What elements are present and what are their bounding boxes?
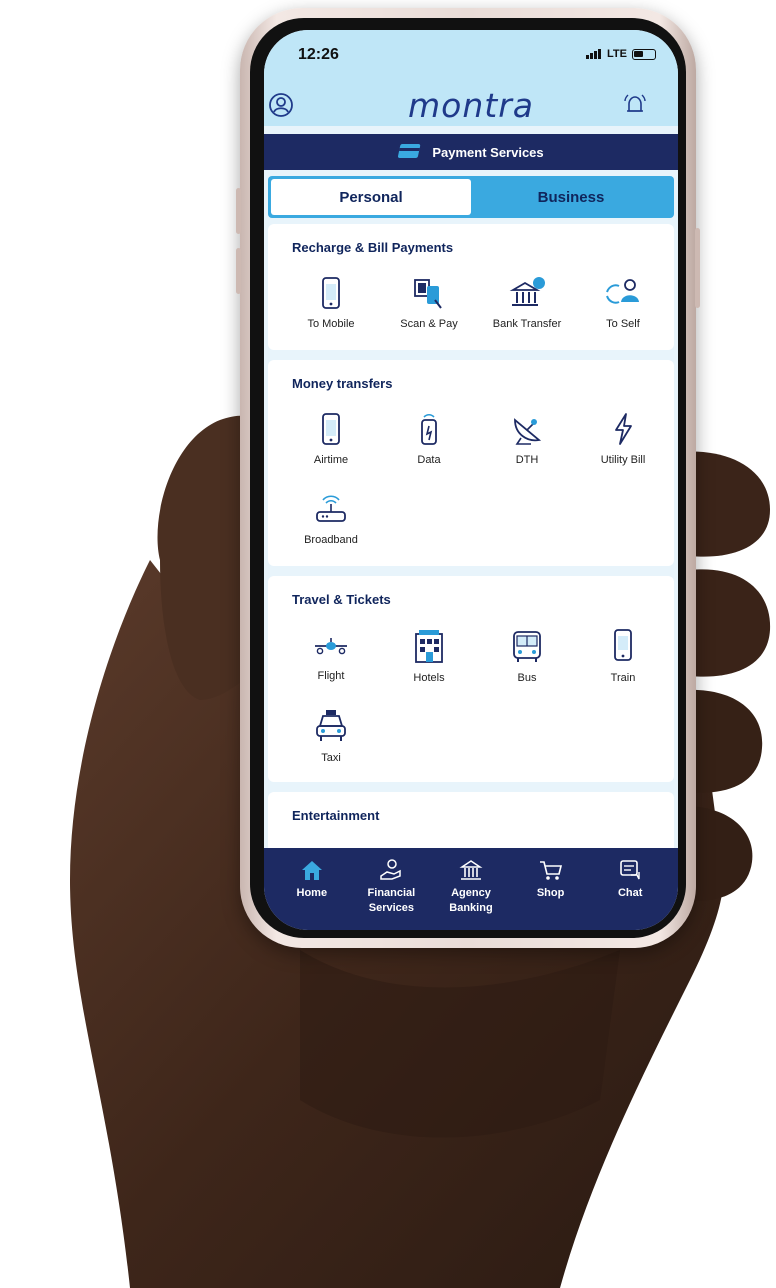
router-icon [316, 495, 346, 522]
bell-icon[interactable] [622, 92, 648, 118]
satellite-dish-icon [514, 418, 542, 445]
nav-label: Agency Banking [449, 887, 493, 914]
section-title: Recharge & Bill Payments [292, 240, 454, 255]
payment-card-icon [398, 144, 421, 158]
bus-icon [513, 631, 541, 662]
section-money-transfers: Money transfers Airtime Data DTH Utility… [268, 360, 674, 566]
service-to-self[interactable]: To Self [574, 276, 672, 330]
to-self-icon [606, 279, 639, 304]
service-label: To Self [606, 318, 640, 330]
service-label: Data [417, 454, 441, 466]
chat-icon [620, 860, 640, 880]
nav-label: Chat [617, 887, 643, 899]
service-to-mobile[interactable]: To Mobile [282, 276, 380, 330]
cart-icon [539, 861, 562, 880]
service-label: Bank Transfer [492, 318, 562, 330]
nav-label: Home [296, 887, 328, 899]
service-label: Broadband [304, 534, 358, 546]
service-label: Flight [317, 670, 345, 682]
service-utility-bill[interactable]: Utility Bill [574, 412, 672, 466]
network-label: LTE [607, 48, 627, 60]
agency-banking-icon [459, 860, 483, 880]
phone-frame: 12:26 LTE montra Payment Services Person… [236, 8, 700, 948]
service-label: Scan & Pay [400, 318, 458, 330]
nav-financial-services[interactable]: Financial Services [352, 858, 432, 930]
service-scan-pay[interactable]: Scan & Pay [380, 276, 478, 330]
volume-button [236, 248, 241, 294]
mobile-icon [322, 277, 340, 309]
nav-label: Shop [536, 887, 565, 899]
service-bus[interactable]: Bus [478, 628, 576, 684]
service-label: Airtime [313, 454, 349, 466]
data-icon [421, 413, 437, 445]
service-airtime[interactable]: Airtime [282, 412, 380, 466]
status-indicators: LTE [586, 48, 656, 60]
app-header: 12:26 LTE montra [264, 30, 678, 126]
service-flight[interactable]: Flight [282, 628, 380, 682]
power-button [695, 228, 700, 308]
section-title: Money transfers [292, 376, 393, 391]
section-title: Entertainment [292, 808, 380, 823]
nav-chat[interactable]: Chat [590, 858, 670, 930]
nav-home[interactable]: Home [272, 858, 352, 930]
hotel-icon [415, 630, 443, 663]
montra-logo: montra [408, 86, 534, 125]
payment-services-label: Payment Services [432, 144, 544, 160]
service-label: Taxi [321, 752, 341, 764]
bank-icon [509, 277, 545, 306]
financial-services-icon [380, 859, 402, 880]
taxi-icon [316, 710, 346, 741]
status-time: 12:26 [298, 46, 339, 63]
service-taxi[interactable]: Taxi [282, 708, 380, 764]
service-data[interactable]: Data [380, 412, 478, 466]
app-screen: 12:26 LTE montra Payment Services Person… [264, 30, 678, 930]
battery-icon [632, 48, 656, 60]
bottom-navigation: Home Financial Services Agency Banking S… [264, 848, 678, 930]
nav-agency-banking[interactable]: Agency Banking [431, 858, 511, 930]
lightning-icon [615, 413, 632, 445]
service-label: Bus [517, 672, 537, 684]
tab-personal[interactable]: Personal [271, 179, 471, 215]
service-train[interactable]: Train [574, 628, 672, 684]
service-dth[interactable]: DTH [478, 412, 576, 466]
section-title: Travel & Tickets [292, 592, 391, 607]
service-label: Hotels [413, 672, 445, 684]
service-bank-transfer[interactable]: Bank Transfer [478, 276, 576, 330]
account-type-tabs: Personal Business [268, 176, 674, 218]
service-label: DTH [515, 454, 539, 466]
payment-services-bar: Payment Services [264, 134, 678, 170]
flight-icon [315, 638, 347, 655]
service-hotels[interactable]: Hotels [380, 628, 478, 684]
volume-button [236, 188, 241, 234]
train-icon [614, 629, 632, 661]
service-label: Utility Bill [600, 454, 646, 466]
tab-business[interactable]: Business [471, 179, 671, 215]
section-recharge-bill-payments: Recharge & Bill Payments To Mobile Scan … [268, 224, 674, 350]
service-label: Train [610, 672, 636, 684]
nav-label: Financial Services [367, 887, 416, 914]
home-icon [301, 861, 322, 880]
scan-pay-icon [414, 279, 442, 309]
service-label: To Mobile [307, 318, 355, 330]
airtime-icon [322, 413, 340, 445]
section-travel-tickets: Travel & Tickets Flight Hotels Bus Train… [268, 576, 674, 782]
service-broadband[interactable]: Broadband [282, 492, 380, 546]
signal-icon [586, 49, 602, 59]
nav-shop[interactable]: Shop [511, 858, 591, 930]
